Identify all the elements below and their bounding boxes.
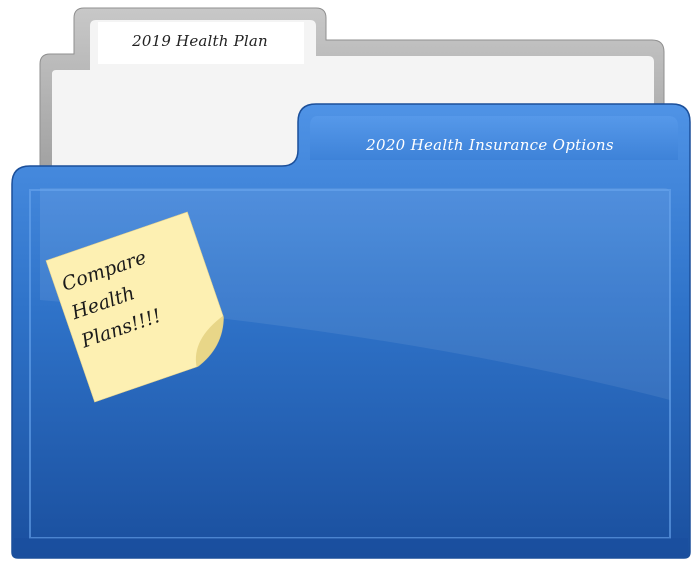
back-folder-tab-label: 2019 Health Plan	[132, 32, 268, 50]
front-folder-tab-label: 2020 Health Insurance Options	[366, 136, 614, 154]
folder-scene: 2019 Health Plan 2020 Health Insurance O…	[0, 0, 694, 561]
